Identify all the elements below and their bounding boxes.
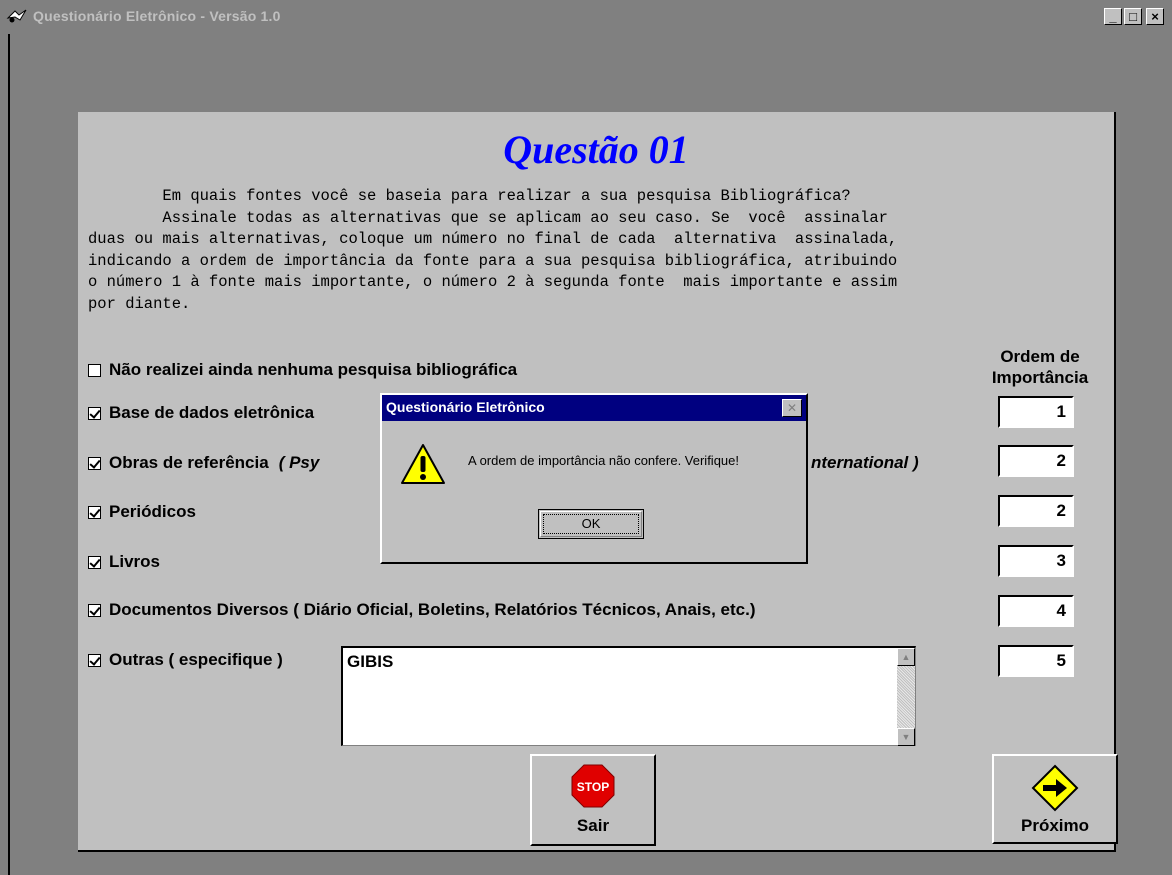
option-other[interactable]: Outras ( especifique ) (88, 650, 283, 670)
order-input-2[interactable]: 2 (998, 445, 1074, 477)
arrow-right-diamond-icon (1031, 764, 1079, 812)
option-label: Não realizei ainda nenhuma pesquisa bibl… (109, 360, 518, 379)
minimize-button[interactable]: _ (1104, 8, 1122, 25)
option-label: Periódicos (109, 502, 196, 521)
warning-icon (401, 444, 445, 484)
order-input-5[interactable]: 4 (998, 595, 1074, 627)
option-note-partial-right: nternational ) (811, 453, 919, 473)
option-books[interactable]: Livros (88, 552, 160, 572)
option-label: Outras ( especifique ) (109, 650, 283, 669)
option-no-research[interactable]: Não realizei ainda nenhuma pesquisa bibl… (88, 360, 517, 380)
checkbox[interactable] (88, 456, 101, 470)
dialog-title: Questionário Eletrônico (386, 399, 545, 415)
close-button[interactable]: × (1146, 8, 1164, 25)
checkbox[interactable] (88, 653, 101, 667)
app-window: Questionário Eletrônico - Versão 1.0 _ □… (0, 0, 1172, 875)
scroll-down-icon[interactable]: ▼ (897, 728, 915, 746)
order-input-3[interactable]: 2 (998, 495, 1074, 527)
vertical-scrollbar[interactable]: ▲ ▼ (897, 648, 915, 746)
checkbox[interactable] (88, 555, 101, 569)
stop-sign-icon: STOP (571, 764, 615, 808)
order-input-6[interactable]: 5 (998, 645, 1074, 677)
next-button-label: Próximo (1020, 816, 1090, 835)
order-header: Ordem de Importância (970, 346, 1110, 388)
instruction-line: Em quais fontes você se baseia para real… (88, 187, 851, 205)
dialog-ok-label: OK (543, 514, 639, 534)
option-label: Base de dados eletrônica (109, 403, 315, 422)
instruction-line: duas ou mais alternativas, coloque um nú… (88, 230, 898, 248)
next-button[interactable]: Próximo (992, 754, 1118, 844)
order-input-1[interactable]: 1 (998, 396, 1074, 428)
option-label: Obras de referência (109, 453, 269, 472)
window-frame-border (8, 34, 10, 875)
option-label: Livros (109, 552, 161, 571)
scroll-up-icon[interactable]: ▲ (897, 648, 915, 666)
dialog-message: A ordem de importância não confere. Veri… (468, 453, 739, 468)
instruction-line: Assinale todas as alternativas que se ap… (88, 208, 888, 227)
option-electronic-database[interactable]: Base de dados eletrônica (88, 403, 314, 423)
question-instructions: Em quais fontes você se baseia para real… (88, 186, 1108, 315)
maximize-button[interactable]: □ (1124, 8, 1142, 25)
checkbox[interactable] (88, 363, 101, 377)
instruction-line: indicando a ordem de importância da font… (88, 251, 898, 270)
window-title: Questionário Eletrônico - Versão 1.0 (33, 8, 281, 24)
warning-dialog: Questionário Eletrônico ✕ A ordem de imp… (380, 393, 808, 564)
checkbox[interactable] (88, 406, 101, 420)
dialog-close-icon[interactable]: ✕ (782, 399, 802, 417)
instruction-line: o número 1 à fonte mais importante, o nú… (88, 273, 898, 291)
option-various-documents[interactable]: Documentos Diversos ( Diário Oficial, Bo… (88, 600, 755, 620)
question-title: Questão 01 (503, 127, 689, 172)
option-note-text: nternational ) (811, 453, 919, 472)
instruction-line: por diante. (88, 294, 191, 313)
order-input-4[interactable]: 3 (998, 545, 1074, 577)
dialog-title-bar: Questionário Eletrônico ✕ (382, 395, 806, 421)
option-periodicals[interactable]: Periódicos (88, 502, 196, 522)
stop-sign-text: STOP (577, 780, 609, 794)
other-specify-textarea[interactable]: GIBIS ▲ ▼ (341, 646, 916, 746)
order-header-line: Ordem de (1000, 347, 1080, 366)
dialog-ok-button[interactable]: OK (538, 509, 644, 539)
exit-button-label: Sair (576, 816, 610, 835)
option-label: Documentos Diversos ( Diário Oficial, Bo… (109, 600, 756, 619)
title-bar: Questionário Eletrônico - Versão 1.0 _ □… (0, 0, 1172, 34)
option-note-partial: ( Psy (278, 453, 320, 472)
other-specify-text: GIBIS (347, 652, 394, 671)
checkbox[interactable] (88, 505, 101, 519)
app-icon (6, 9, 27, 23)
checkbox[interactable] (88, 603, 101, 617)
exit-button[interactable]: STOP Sair (530, 754, 656, 846)
option-reference-works[interactable]: Obras de referência ( Psy (88, 453, 319, 473)
order-header-line: Importância (991, 368, 1089, 387)
